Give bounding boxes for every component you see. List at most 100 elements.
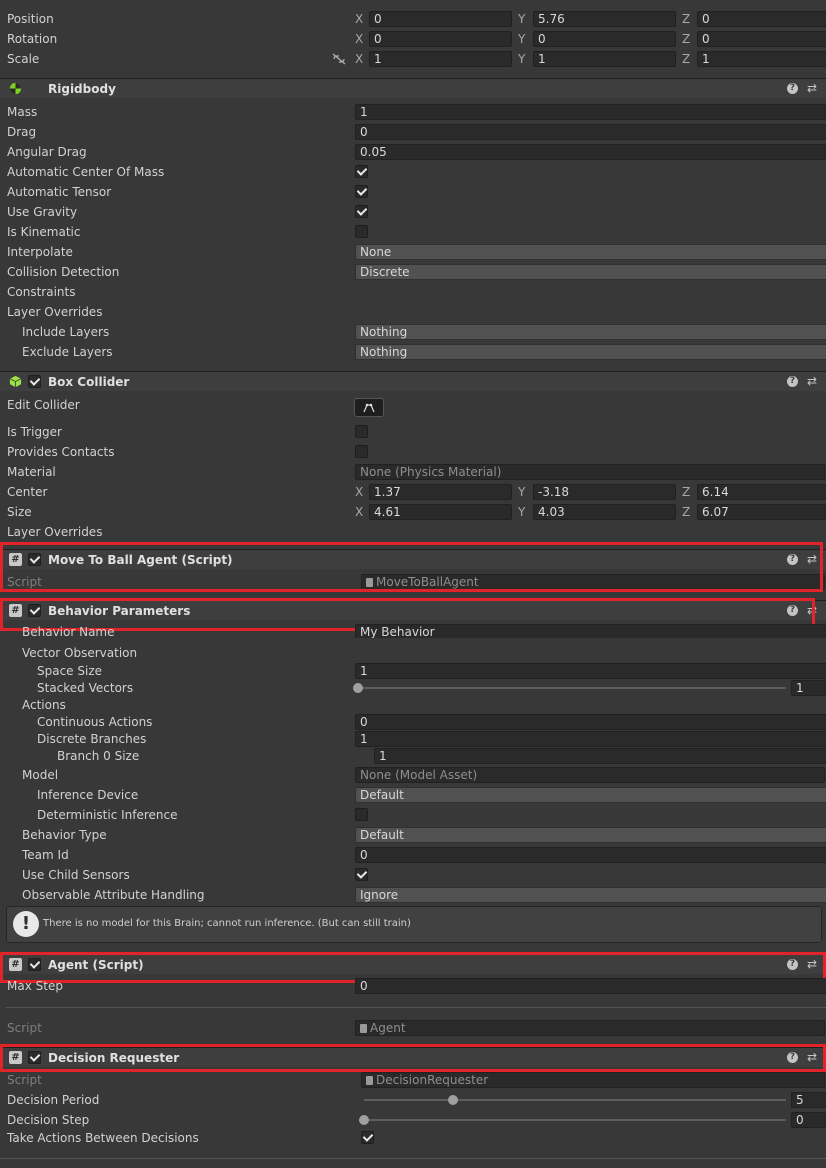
size-y-field[interactable]: 4.03 xyxy=(533,504,676,520)
decision-step-field[interactable]: 0 xyxy=(791,1112,826,1128)
observable-dropdown[interactable]: Ignore xyxy=(355,887,826,903)
drag-field[interactable]: 0 xyxy=(355,124,826,140)
settings-icon[interactable]: ⇄ xyxy=(807,603,817,617)
discrete-label: Discrete Branches xyxy=(37,732,147,746)
script-hash-icon: # xyxy=(9,604,22,617)
collision-dropdown[interactable]: Discrete xyxy=(355,264,826,280)
include-layers-dropdown[interactable]: Nothing xyxy=(355,324,826,340)
behavior-type-dropdown[interactable]: Default xyxy=(355,827,826,843)
position-z-field[interactable]: 0 xyxy=(697,11,826,27)
is-kinematic-checkbox[interactable] xyxy=(355,225,368,238)
rotation-x-field[interactable]: 0 xyxy=(369,31,512,47)
center-z-field[interactable]: 6.14 xyxy=(697,484,826,500)
help-icon[interactable]: ? xyxy=(787,1052,798,1063)
child-sensors-checkbox[interactable] xyxy=(355,868,368,881)
help-icon[interactable]: ? xyxy=(787,959,798,970)
help-icon[interactable]: ? xyxy=(787,376,798,387)
team-id-label: Team Id xyxy=(22,848,69,862)
discrete-field[interactable]: 1 xyxy=(355,731,826,747)
space-size-label: Space Size xyxy=(37,664,103,678)
behavior-name-field[interactable]: My Behavior xyxy=(355,624,826,638)
mass-field[interactable]: 1 xyxy=(355,104,826,120)
rotation-z-field[interactable]: 0 xyxy=(697,31,826,47)
angular-drag-label: Angular Drag xyxy=(7,145,87,159)
help-icon[interactable]: ? xyxy=(787,554,798,565)
agent-enabled-checkbox[interactable] xyxy=(28,958,41,971)
exclude-layers-dropdown[interactable]: Nothing xyxy=(355,344,826,360)
position-y-field[interactable]: 5.76 xyxy=(533,11,676,27)
center-x-field[interactable]: 1.37 xyxy=(369,484,512,500)
child-sensors-label: Use Child Sensors xyxy=(22,868,130,882)
rigidbody-header[interactable]: Rigidbody ? ⇄ xyxy=(0,78,826,98)
decision-enabled-checkbox[interactable] xyxy=(28,1051,41,1064)
settings-icon[interactable]: ⇄ xyxy=(807,1050,817,1064)
scale-y-field[interactable]: 1 xyxy=(533,51,676,67)
layer-overrides-row[interactable]: Layer Overrides xyxy=(0,302,826,322)
script-label: Script xyxy=(7,1073,42,1087)
provides-contacts-checkbox[interactable] xyxy=(355,445,368,458)
auto-com-checkbox[interactable] xyxy=(355,165,368,178)
scale-z-field[interactable]: 1 xyxy=(697,51,826,67)
settings-icon[interactable]: ⇄ xyxy=(807,81,817,95)
deterministic-checkbox[interactable] xyxy=(355,808,368,821)
collider-layer-overrides-row[interactable]: Layer Overrides xyxy=(0,522,826,542)
settings-icon[interactable]: ⇄ xyxy=(807,552,817,566)
team-id-field[interactable]: 0 xyxy=(355,847,826,863)
decision-step-slider-handle[interactable] xyxy=(359,1115,369,1125)
stacked-vectors-slider[interactable] xyxy=(358,687,786,689)
constraints-foldout[interactable]: Constraints xyxy=(7,285,75,299)
move-agent-enabled-checkbox[interactable] xyxy=(28,553,41,566)
decision-period-slider-handle[interactable] xyxy=(447,1095,458,1105)
interpolate-dropdown[interactable]: None xyxy=(355,244,826,260)
script-file-icon xyxy=(366,578,373,587)
model-field[interactable]: None (Model Asset) xyxy=(355,767,825,783)
collider-layer-overrides-foldout[interactable]: Layer Overrides xyxy=(7,525,102,539)
move-agent-header[interactable]: # Move To Ball Agent (Script) ? ⇄ xyxy=(0,549,826,569)
mass-label: Mass xyxy=(7,105,38,119)
decision-step-slider[interactable] xyxy=(364,1119,786,1121)
stacked-vectors-slider-handle[interactable] xyxy=(353,683,363,693)
decision-header[interactable]: # Decision Requester ? ⇄ xyxy=(0,1047,826,1067)
edit-collider-button[interactable] xyxy=(354,398,384,417)
help-icon[interactable]: ? xyxy=(787,83,798,94)
behavior-header[interactable]: # Behavior Parameters ? ⇄ xyxy=(0,600,826,620)
agent-script-field: Agent xyxy=(355,1020,825,1036)
position-x-field[interactable]: 0 xyxy=(369,11,512,27)
settings-icon[interactable]: ⇄ xyxy=(807,374,817,388)
agent-script-row: Script Agent xyxy=(0,1018,826,1038)
layer-overrides-foldout[interactable]: Layer Overrides xyxy=(7,305,102,319)
rotation-y-field[interactable]: 0 xyxy=(533,31,676,47)
max-step-field[interactable]: 0 xyxy=(355,978,826,994)
constraints-row[interactable]: Constraints xyxy=(0,282,826,302)
edit-collider-icon xyxy=(363,403,375,413)
behavior-enabled-checkbox[interactable] xyxy=(28,604,41,617)
auto-tensor-row: Automatic Tensor xyxy=(0,182,826,202)
decision-period-field[interactable]: 5 xyxy=(791,1092,826,1108)
is-trigger-checkbox[interactable] xyxy=(355,425,368,438)
angular-drag-field[interactable]: 0.05 xyxy=(355,144,826,160)
scale-x-field[interactable]: 1 xyxy=(369,51,512,67)
help-icon[interactable]: ? xyxy=(787,605,798,616)
size-x-field[interactable]: 4.61 xyxy=(369,504,512,520)
agent-header[interactable]: # Agent (Script) ? ⇄ xyxy=(0,954,826,974)
vector-obs-label: Vector Observation xyxy=(22,646,138,660)
settings-icon[interactable]: ⇄ xyxy=(807,957,817,971)
inference-device-dropdown[interactable]: Default xyxy=(355,787,826,803)
branch0-field[interactable]: 1 xyxy=(374,748,826,764)
axis-z-label: Z xyxy=(682,505,691,519)
box-collider-enabled-checkbox[interactable] xyxy=(28,375,41,388)
stacked-vectors-field[interactable]: 1 xyxy=(791,680,826,696)
use-gravity-checkbox[interactable] xyxy=(355,205,368,218)
continuous-field[interactable]: 0 xyxy=(355,714,826,730)
decision-period-slider[interactable] xyxy=(364,1099,786,1101)
unlink-icon[interactable] xyxy=(332,53,346,65)
material-field[interactable]: None (Physics Material) xyxy=(355,464,825,480)
space-size-field[interactable]: 1 xyxy=(355,663,826,679)
auto-tensor-checkbox[interactable] xyxy=(355,185,368,198)
size-z-field[interactable]: 6.07 xyxy=(697,504,826,520)
box-collider-header[interactable]: Box Collider ? ⇄ xyxy=(0,371,826,391)
center-y-field[interactable]: -3.18 xyxy=(533,484,676,500)
axis-y-label: Y xyxy=(518,12,526,26)
take-actions-checkbox[interactable] xyxy=(361,1131,374,1144)
warning-text: There is no model for this Brain; cannot… xyxy=(43,918,411,929)
